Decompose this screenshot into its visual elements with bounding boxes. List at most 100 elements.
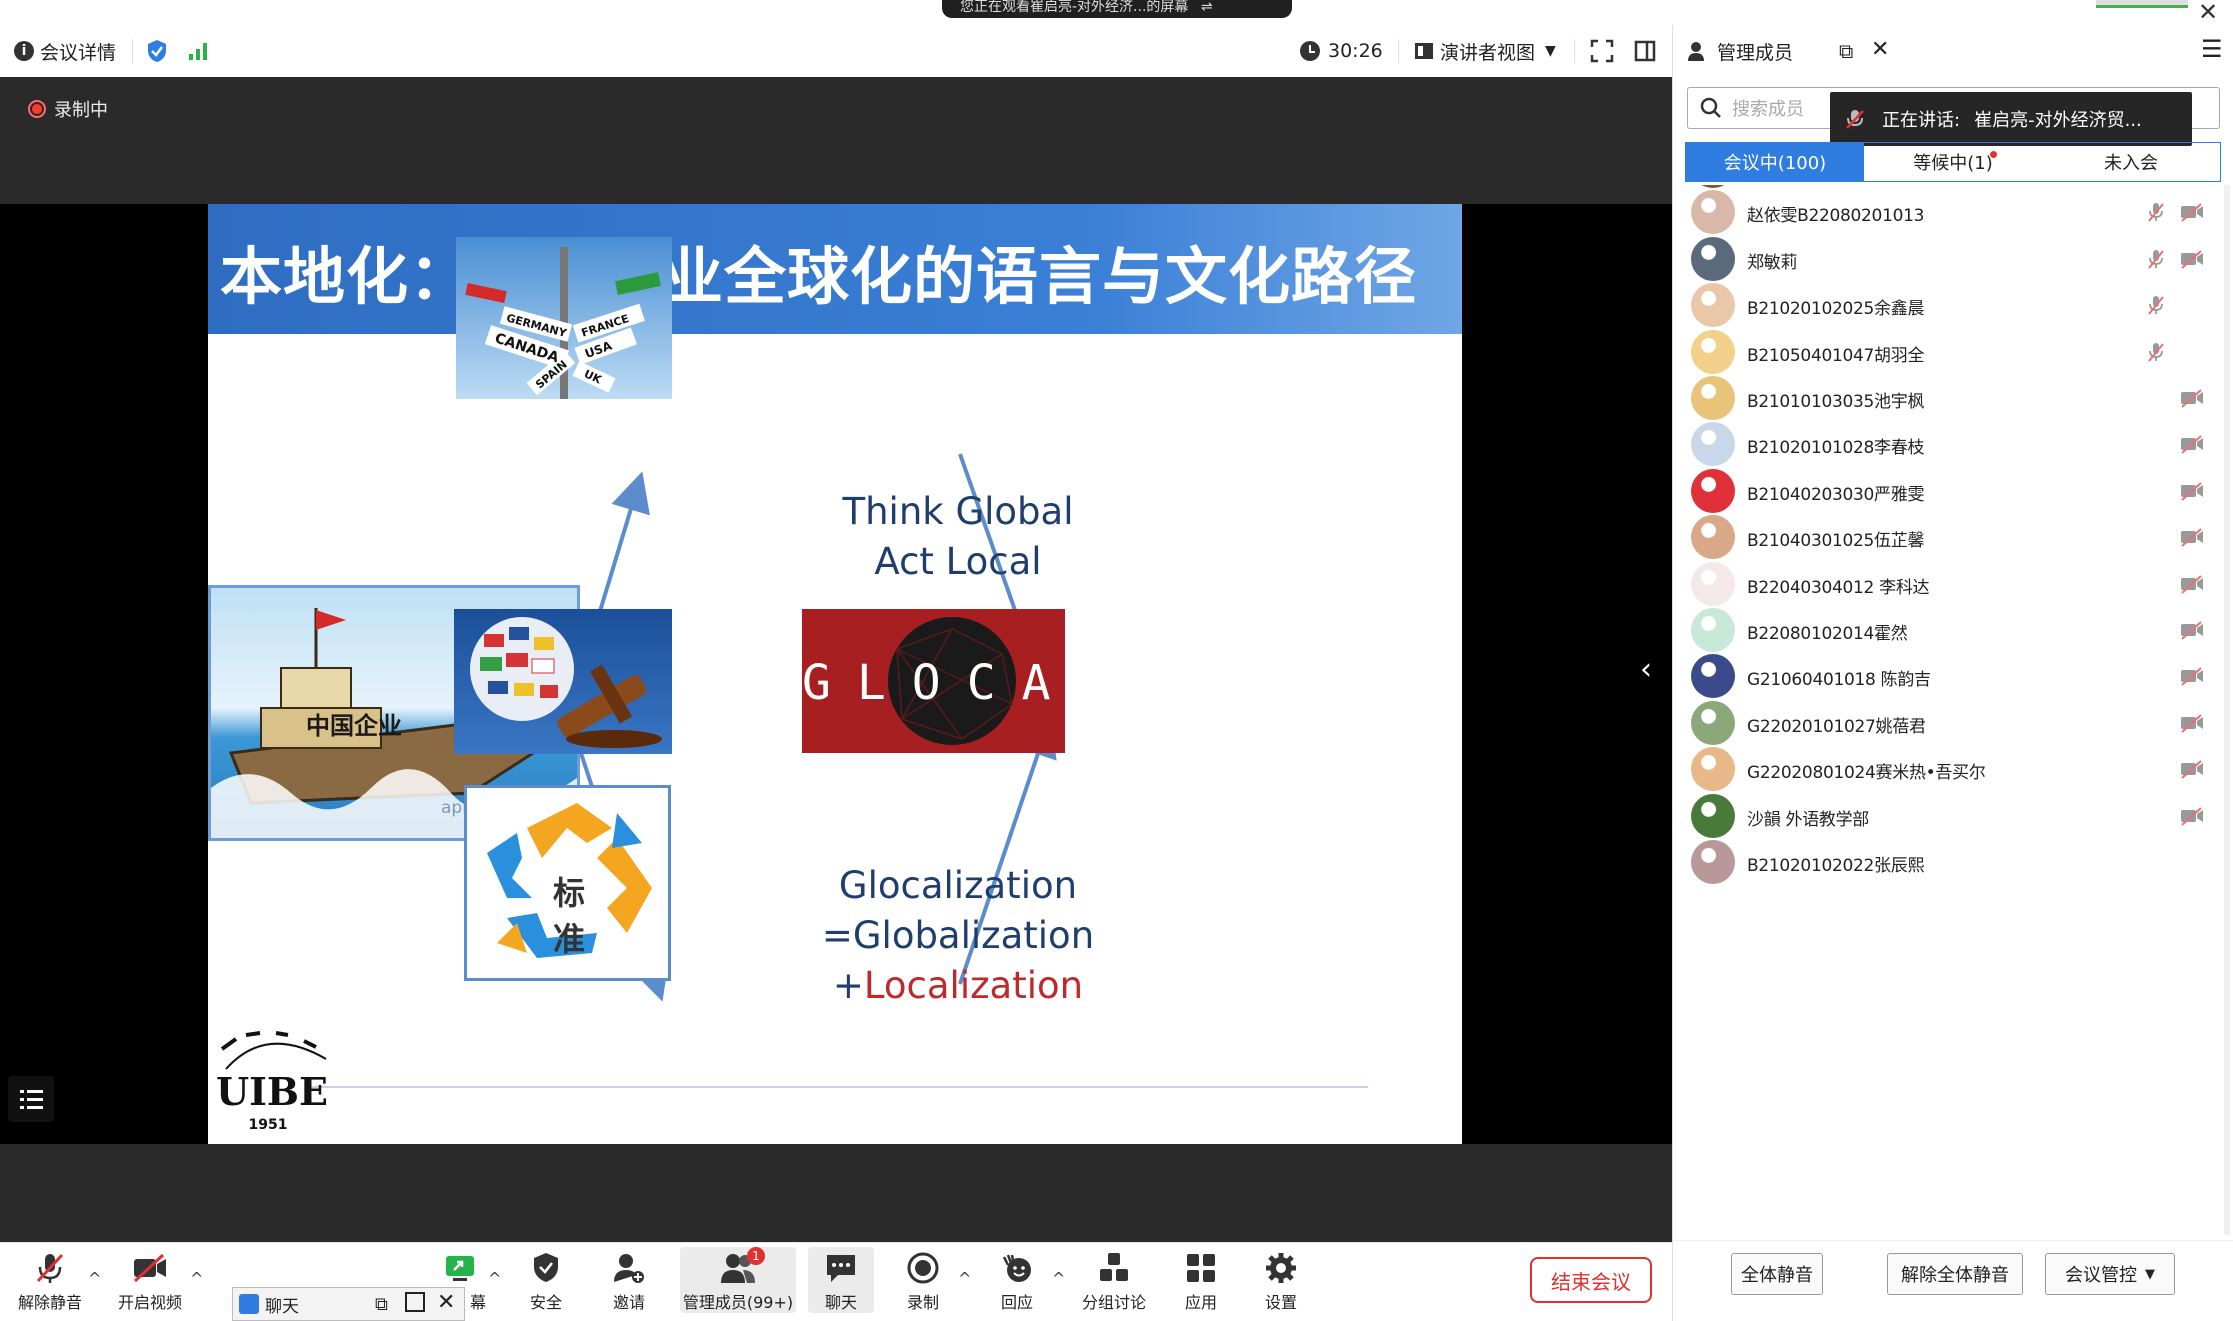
- camera-off-icon[interactable]: [2179, 619, 2205, 641]
- maximize-window-icon[interactable]: [405, 1292, 425, 1312]
- toolbar-divider: [1574, 39, 1575, 63]
- camera-off-icon[interactable]: [2179, 433, 2205, 455]
- audio-options-caret-icon[interactable]: ^: [88, 1269, 101, 1288]
- record-options-caret-icon[interactable]: ^: [958, 1269, 971, 1288]
- unmute-button[interactable]: 解除静音: [18, 1251, 82, 1313]
- member-row[interactable]: B22040304012 李科达: [1673, 561, 2233, 607]
- member-name: B21020101028李春枝: [1747, 438, 1925, 459]
- meeting-details-button[interactable]: i 会议详情: [14, 25, 116, 77]
- list-menu-button[interactable]: [8, 1076, 54, 1122]
- member-row[interactable]: 赵依雯B22080201013: [1673, 189, 2233, 235]
- share-options-caret-icon[interactable]: ^: [488, 1269, 501, 1288]
- security-shield-icon[interactable]: [146, 25, 168, 77]
- camera-off-icon[interactable]: [2179, 758, 2205, 780]
- unmute-all-button[interactable]: 解除全体静音: [1887, 1253, 2023, 1295]
- mute-all-button[interactable]: 全体静音: [1731, 1253, 1823, 1295]
- member-row[interactable]: B22080102014霍然: [1673, 607, 2233, 653]
- member-row[interactable]: 郭洁: [1673, 185, 2233, 189]
- invite-button[interactable]: 邀请: [612, 1251, 646, 1313]
- security-label: 安全: [530, 1293, 563, 1312]
- panel-menu-icon[interactable]: ☰: [2201, 35, 2223, 63]
- meeting-timer: 30:26: [1300, 25, 1383, 77]
- recording-indicator[interactable]: 录制中: [28, 96, 108, 122]
- clock-icon: [1300, 41, 1320, 61]
- avatar: [1691, 515, 1735, 560]
- reaction-label: 回应: [1000, 1293, 1033, 1312]
- member-row[interactable]: B21020101028李春枝: [1673, 421, 2233, 467]
- member-row[interactable]: B21010103035池宇枫: [1673, 375, 2233, 421]
- sharing-banner[interactable]: 您正在观看崔启亮-对外经济...的屏幕 ⇌: [942, 0, 1292, 18]
- manage-members-button[interactable]: 1 管理成员(99+): [680, 1247, 796, 1313]
- mic-muted-icon[interactable]: [2145, 201, 2167, 223]
- tab-waiting[interactable]: 等候中(1): [1864, 143, 2042, 181]
- avatar: [1691, 700, 1735, 745]
- camera-off-icon[interactable]: [2179, 480, 2205, 502]
- camera-off-icon[interactable]: [2179, 805, 2205, 827]
- localization-word: Localization: [863, 964, 1084, 1007]
- restore-window-icon[interactable]: ⧉: [375, 1294, 388, 1315]
- mic-muted-icon[interactable]: [2145, 341, 2167, 363]
- camera-off-icon[interactable]: [2179, 526, 2205, 548]
- mic-muted-icon[interactable]: [2145, 294, 2167, 316]
- fullscreen-icon[interactable]: [1590, 25, 1614, 77]
- popout-icon[interactable]: ⧉: [1839, 39, 1853, 63]
- reaction-button[interactable]: 回应: [1000, 1251, 1034, 1313]
- localization-plus: +: [832, 964, 864, 1007]
- apps-button[interactable]: 应用: [1184, 1251, 1218, 1313]
- reaction-options-caret-icon[interactable]: ^: [1052, 1269, 1065, 1288]
- member-name: 郑敏莉: [1747, 252, 1798, 273]
- panel-close-icon[interactable]: ✕: [1871, 37, 1889, 62]
- close-window-icon[interactable]: ✕: [437, 1290, 455, 1315]
- end-meeting-button[interactable]: 结束会议: [1530, 1257, 1652, 1303]
- unmute-label: 解除静音: [18, 1293, 83, 1312]
- apps-icon: [1187, 1254, 1215, 1282]
- hand-reaction-icon: [1002, 1254, 1031, 1282]
- breakout-label: 分组讨论: [1082, 1293, 1147, 1312]
- view-mode-dropdown[interactable]: 演讲者视图 ▼: [1414, 25, 1556, 77]
- record-button[interactable]: 录制: [906, 1251, 940, 1313]
- mic-muted-icon[interactable]: [2145, 248, 2167, 270]
- tab-waiting-label: 等候中(1): [1913, 153, 1993, 174]
- member-row[interactable]: B21040203030严雅雯: [1673, 468, 2233, 514]
- camera-off-icon[interactable]: [2179, 573, 2205, 595]
- member-row[interactable]: G22020101027姚蓓君: [1673, 700, 2233, 746]
- settings-button[interactable]: 设置: [1264, 1251, 1298, 1313]
- exit-share-icon[interactable]: ⇌: [1201, 0, 1213, 15]
- member-row[interactable]: G21060401018 陈韵吉: [1673, 653, 2233, 699]
- member-row[interactable]: 沙韻 外语教学部: [1673, 793, 2233, 839]
- member-list: 郭洁赵依雯B22080201013 郑敏莉 B21020102025余鑫晨 B2105…: [1673, 185, 2233, 1260]
- tab-not-joined[interactable]: 未入会: [2042, 143, 2220, 181]
- chat-minimized-window[interactable]: 聊天 ⧉ ✕: [232, 1287, 465, 1321]
- panel-title: 管理成员: [1717, 41, 1794, 64]
- start-video-button[interactable]: 开启视频: [118, 1251, 182, 1313]
- meeting-control-dropdown[interactable]: 会议管控 ▼: [2045, 1253, 2175, 1295]
- tab-in-meeting[interactable]: 会议中(100): [1686, 143, 1864, 181]
- camera-off-icon[interactable]: [2179, 387, 2205, 409]
- camera-off-icon[interactable]: [2179, 248, 2205, 270]
- globalization-text: =Globalization: [821, 914, 1095, 957]
- member-row[interactable]: B21050401047胡羽全: [1673, 329, 2233, 375]
- camera-off-icon[interactable]: [2179, 665, 2205, 687]
- window-close-icon[interactable]: ✕: [2198, 0, 2218, 26]
- member-row[interactable]: B21020102025余鑫晨: [1673, 282, 2233, 328]
- collapse-panel-icon[interactable]: ‹: [1640, 652, 1652, 687]
- avatar: [1691, 747, 1735, 792]
- member-name: B21010103035池宇枫: [1747, 392, 1925, 412]
- members-badge: 1: [747, 1247, 765, 1265]
- member-row[interactable]: 郑敏莉: [1673, 236, 2233, 282]
- breakout-rooms-button[interactable]: 分组讨论: [1082, 1251, 1146, 1313]
- camera-off-icon[interactable]: [2179, 712, 2205, 734]
- member-row[interactable]: B21040301025伍芷馨: [1673, 514, 2233, 560]
- search-placeholder: 搜索成员: [1732, 99, 1804, 120]
- member-row[interactable]: G22020801024赛米热•吾买尔: [1673, 746, 2233, 792]
- chat-button[interactable]: 聊天: [808, 1247, 874, 1313]
- signal-strength-icon[interactable]: [188, 25, 210, 77]
- sidebar-toggle-icon[interactable]: [1634, 25, 1656, 77]
- layout-icon: [1415, 43, 1433, 59]
- video-options-caret-icon[interactable]: ^: [190, 1269, 203, 1288]
- mic-muted-icon: [36, 1253, 64, 1283]
- member-list-scrollbar[interactable]: [2224, 185, 2230, 1235]
- camera-off-icon[interactable]: [2179, 201, 2205, 223]
- security-button[interactable]: 安全: [530, 1251, 562, 1313]
- member-row[interactable]: B21020102022张辰熙: [1673, 839, 2233, 885]
